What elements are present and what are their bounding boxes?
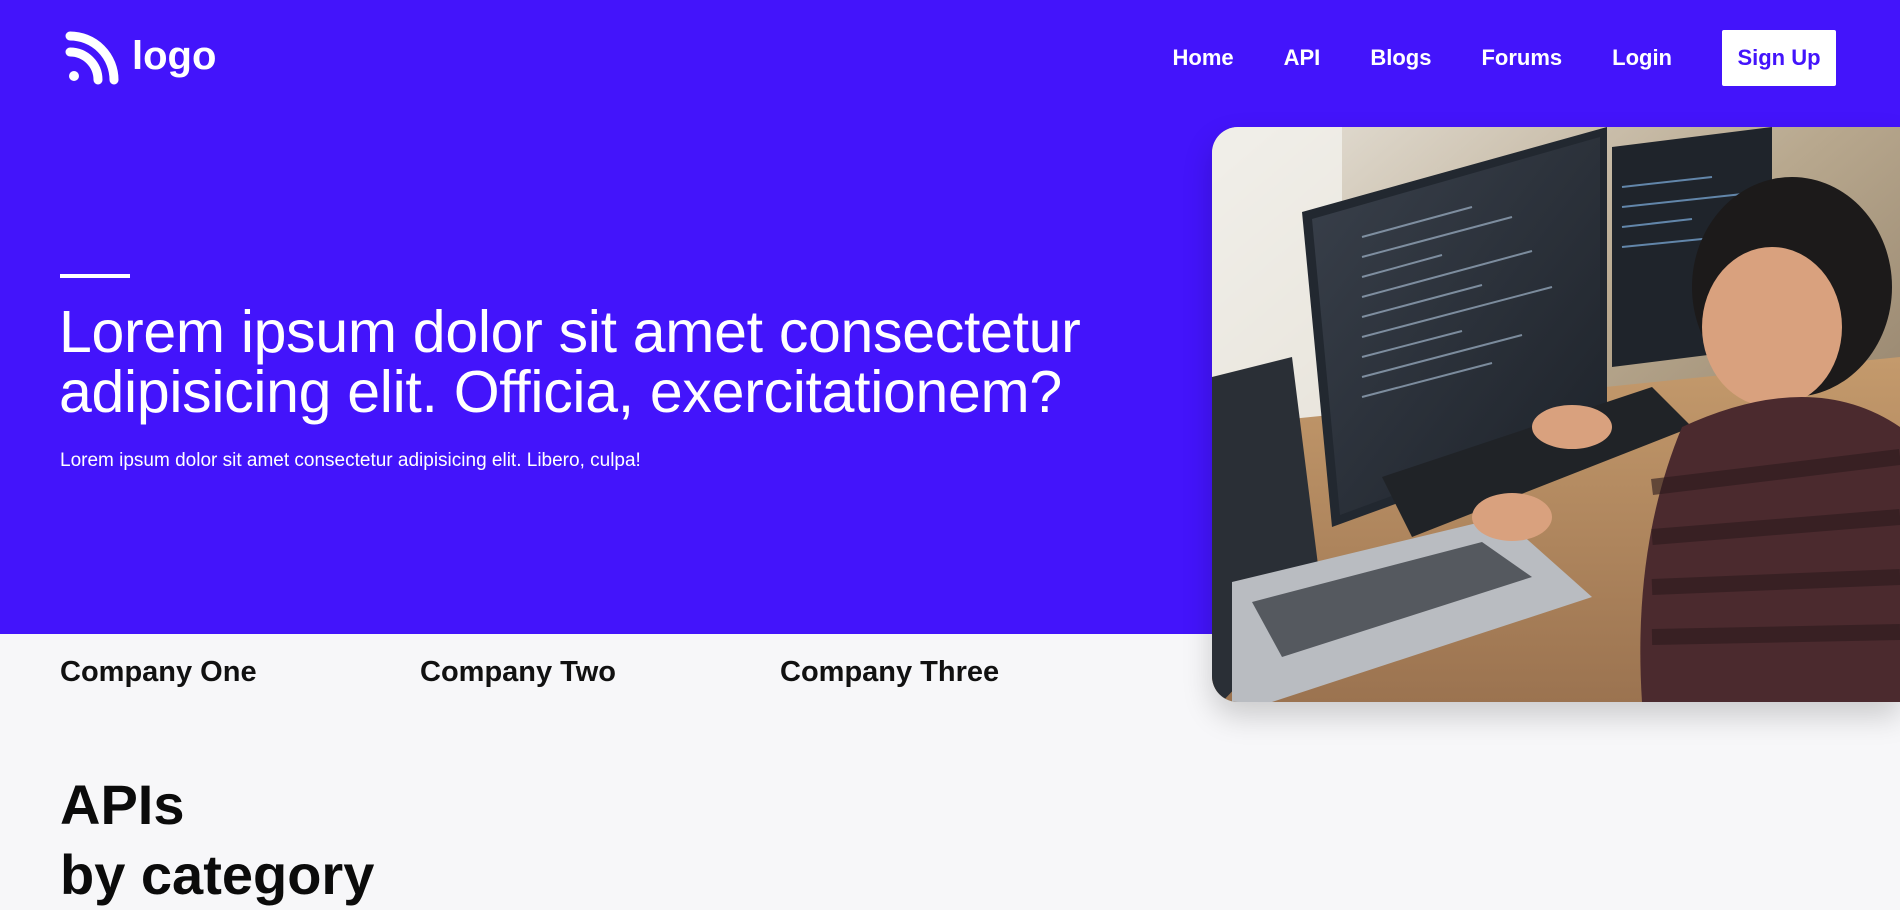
company-name: Company One (60, 656, 257, 688)
signup-button[interactable]: Sign Up (1722, 30, 1836, 86)
logo[interactable]: logo (64, 30, 216, 86)
developer-photo-icon (1212, 127, 1900, 702)
section-title-line2: by category (60, 843, 375, 906)
hero-headline: Lorem ipsum dolor sit amet consectetur a… (59, 299, 1081, 425)
hero-subheadline: Lorem ipsum dolor sit amet consectetur a… (60, 450, 641, 471)
hero-image (1212, 127, 1900, 702)
wifi-logo-icon (65, 31, 119, 85)
nav-link-home[interactable]: Home (1173, 45, 1234, 71)
company-name: Company Two (420, 656, 617, 688)
navbar: logo Home API Blogs Forums Login Sign Up (0, 0, 1900, 116)
hero-divider (60, 274, 130, 278)
section-title: APIs by category (60, 770, 374, 910)
nav-link-forums[interactable]: Forums (1481, 45, 1562, 71)
nav-link-api[interactable]: API (1284, 45, 1321, 71)
companies-row: Company One Company Two Company Three (60, 656, 1140, 689)
nav-link-blogs[interactable]: Blogs (1370, 45, 1431, 71)
company-name: Company Three (780, 656, 1000, 688)
section-title-line1: APIs (60, 773, 185, 836)
main-menu: Home API Blogs Forums Login Sign Up (1173, 30, 1836, 86)
logo-text: logo (132, 34, 217, 78)
nav-link-login[interactable]: Login (1612, 45, 1672, 71)
